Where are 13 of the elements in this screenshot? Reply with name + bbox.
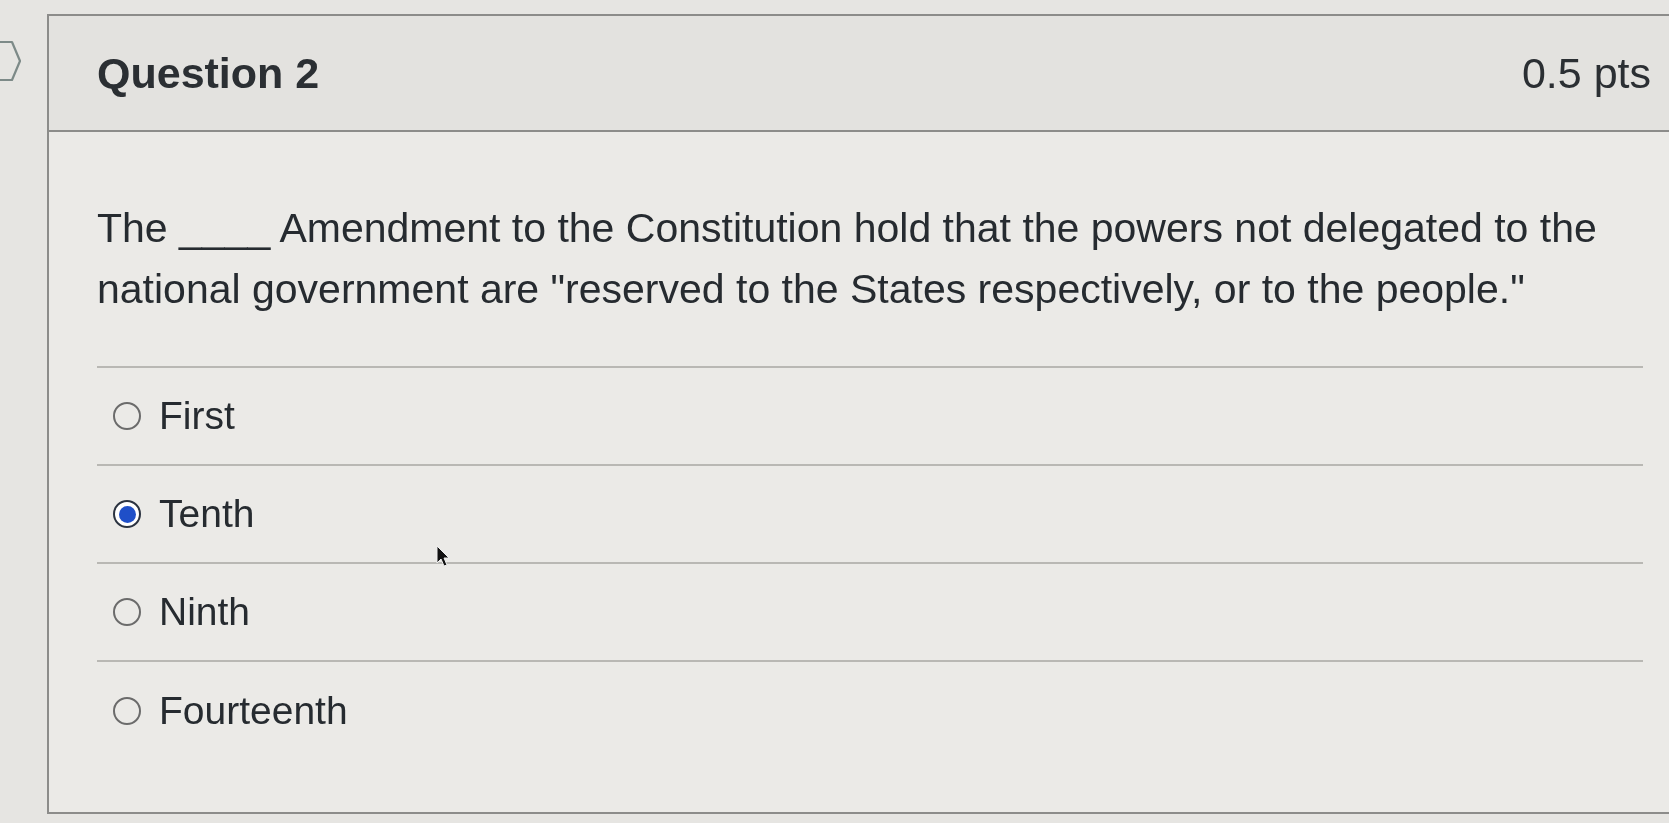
answer-option[interactable]: Fourteenth — [97, 662, 1643, 760]
radio-button[interactable] — [113, 500, 141, 528]
radio-button[interactable] — [113, 598, 141, 626]
question-title: Question 2 — [97, 48, 320, 98]
question-text: The ____ Amendment to the Constitution hold that the powers not delegated to the national government are "reserved to the States respectively, or to the people." — [97, 204, 1597, 314]
answer-option[interactable]: Ninth — [97, 564, 1643, 662]
bookmark-icon[interactable] — [0, 40, 22, 82]
answer-option[interactable]: First — [97, 368, 1643, 466]
radio-button[interactable] — [113, 697, 141, 725]
answer-option[interactable]: Tenth — [97, 466, 1643, 564]
pointer-cursor-icon — [436, 545, 450, 567]
points-label: 0.5 pts — [1521, 48, 1651, 98]
radio-button[interactable] — [113, 402, 141, 430]
